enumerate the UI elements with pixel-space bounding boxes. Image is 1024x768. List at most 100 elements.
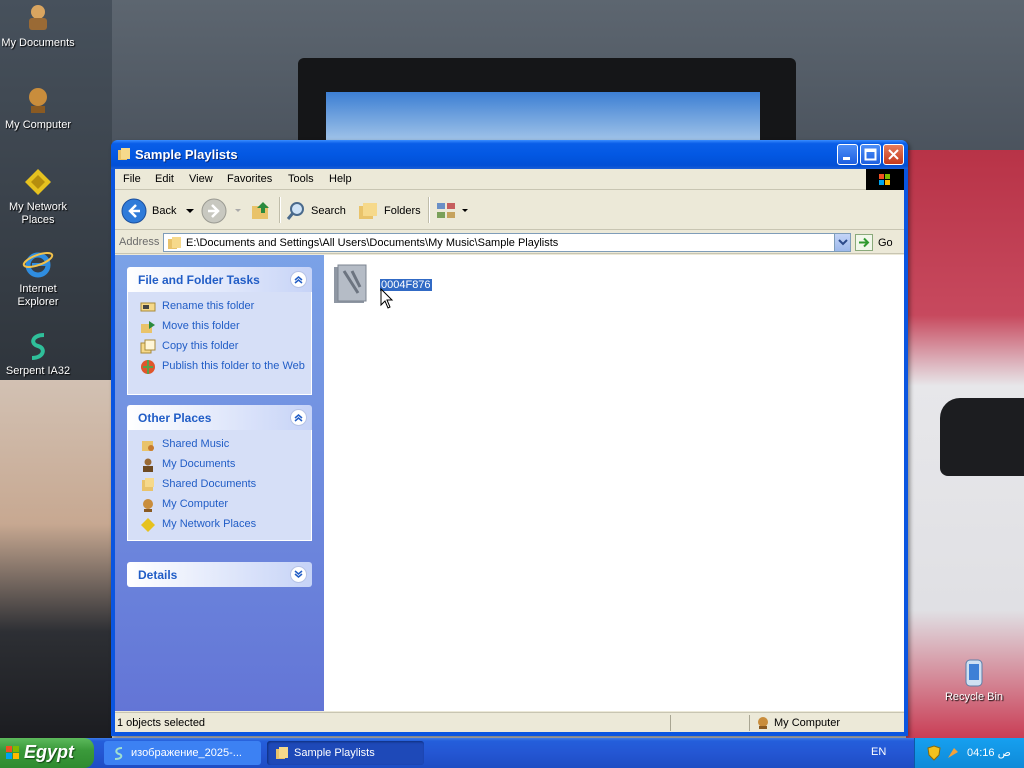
place-shared-music[interactable]: Shared Music	[128, 436, 311, 456]
network-places-icon	[141, 518, 155, 532]
desktop-icon-recycle-bin[interactable]: Recycle Bin	[934, 656, 1014, 704]
chevron-down-icon	[294, 570, 303, 578]
security-shield-icon[interactable]	[927, 745, 941, 761]
desktop-background-screen	[326, 92, 760, 144]
views-icon	[437, 202, 455, 218]
my-computer-icon	[758, 717, 768, 729]
task-label: Publish this folder to the Web	[162, 360, 305, 372]
desktop-icon-label: My Network Places	[8, 201, 68, 226]
menu-edit[interactable]: Edit	[155, 173, 174, 185]
maximize-icon	[864, 148, 877, 161]
network-activity-icon[interactable]	[946, 746, 960, 760]
chevron-up-icon	[294, 414, 303, 422]
task-publish-folder[interactable]: Publish this folder to the Web	[128, 358, 311, 390]
up-folder-button[interactable]	[249, 196, 273, 225]
folder-up-icon	[252, 201, 269, 219]
desktop-icon-label: My Computer	[4, 119, 72, 131]
back-button[interactable]: Back	[121, 196, 196, 225]
desktop-icon-my-documents[interactable]: My Documents	[0, 2, 78, 50]
place-shared-documents[interactable]: Shared Documents	[128, 476, 311, 496]
folders-label: Folders	[384, 204, 421, 217]
task-rename-folder[interactable]: Rename this folder	[128, 298, 311, 318]
place-my-network-places[interactable]: My Network Places	[128, 516, 311, 536]
desktop-icon-my-computer[interactable]: My Computer	[0, 84, 78, 132]
taskbar-item-sample-playlists[interactable]: Sample Playlists	[267, 741, 424, 765]
address-value: E:\Documents and Settings\All Users\Docu…	[186, 237, 559, 249]
shared-documents-icon	[142, 478, 154, 491]
maximize-button[interactable]	[860, 144, 881, 165]
views-button[interactable]	[435, 196, 469, 225]
panel-header[interactable]: File and Folder Tasks	[127, 267, 312, 292]
mouse-cursor-icon	[380, 288, 394, 309]
address-dropdown-button[interactable]	[834, 234, 850, 251]
folder-music-icon	[168, 237, 181, 249]
publish-web-icon	[141, 360, 155, 374]
forward-arrow-icon	[201, 198, 227, 223]
place-label: My Computer	[162, 498, 229, 510]
taskbar-item-image[interactable]: изображение_2025-...	[104, 741, 261, 765]
menu-help[interactable]: Help	[329, 173, 352, 185]
rename-icon	[140, 302, 156, 312]
panel-header[interactable]: Details	[127, 562, 312, 587]
search-button[interactable]: Search	[285, 196, 346, 225]
go-arrow-icon	[855, 234, 873, 251]
forward-button[interactable]	[201, 196, 243, 225]
status-bar: 1 objects selected My Computer	[115, 712, 904, 732]
desktop-icon-network-places[interactable]: My Network Places	[0, 166, 78, 227]
start-button[interactable]: Egypt	[0, 738, 94, 768]
start-label: Egypt	[24, 742, 75, 762]
desktop-icon-internet-explorer[interactable]: Internet Explorer	[0, 248, 78, 309]
my-computer-icon	[143, 499, 153, 512]
playlist-file-icon	[334, 264, 367, 303]
folders-button[interactable]: Folders	[357, 196, 421, 225]
taskbar-item-label: изображение_2025-...	[131, 747, 242, 759]
go-label: Go	[878, 236, 893, 249]
panel-title: Other Places	[138, 411, 212, 425]
serpent-icon	[31, 333, 45, 360]
details-panel: Details	[127, 562, 312, 587]
menu-favorites[interactable]: Favorites	[227, 173, 272, 185]
menu-file[interactable]: File	[123, 173, 141, 185]
collapse-button[interactable]	[290, 409, 307, 426]
address-bar: Address E:\Documents and Settings\All Us…	[115, 231, 904, 254]
file-list[interactable]: 0004F876	[324, 255, 904, 711]
toolbar-separator	[279, 197, 280, 223]
windows-flag-icon	[879, 174, 890, 185]
recycle-bin-icon	[965, 659, 983, 687]
menu-bar: File Edit View Favorites Tools Help	[115, 169, 904, 190]
place-my-computer[interactable]: My Computer	[128, 496, 311, 516]
other-places-panel: Other Places Shared Music My Documents S…	[127, 405, 312, 541]
language-indicator[interactable]: EN	[871, 746, 886, 758]
close-button[interactable]	[883, 144, 904, 165]
task-copy-folder[interactable]: Copy this folder	[128, 338, 311, 358]
collapse-button[interactable]	[290, 271, 307, 288]
move-icon	[141, 321, 155, 333]
my-computer-icon	[29, 88, 47, 113]
menu-tools[interactable]: Tools	[288, 173, 314, 185]
task-pane: File and Folder Tasks Rename this folder…	[115, 255, 324, 711]
desktop-icon-serpent[interactable]: Serpent IA32	[0, 330, 78, 378]
menu-view[interactable]: View	[189, 173, 213, 185]
system-tray: ص 04:16	[914, 738, 1024, 768]
windows-flag-icon	[6, 746, 19, 759]
title-bar[interactable]: Sample Playlists	[111, 140, 908, 169]
place-my-documents[interactable]: My Documents	[128, 456, 311, 476]
expand-button[interactable]	[290, 566, 307, 583]
toolbar: Back Search Folders	[115, 191, 904, 230]
minimize-button[interactable]	[837, 144, 858, 165]
go-button[interactable]: Go	[855, 234, 893, 251]
chevron-down-icon	[235, 208, 241, 212]
address-input[interactable]: E:\Documents and Settings\All Users\Docu…	[163, 233, 851, 252]
windows-logo	[866, 169, 904, 190]
chevron-down-icon	[186, 208, 195, 213]
panel-header[interactable]: Other Places	[127, 405, 312, 430]
chevron-up-icon	[294, 276, 303, 284]
chevron-down-icon	[838, 239, 848, 246]
file-item[interactable]: 0004F876	[332, 263, 432, 312]
copy-icon	[140, 339, 156, 354]
task-move-folder[interactable]: Move this folder	[128, 318, 311, 338]
back-arrow-icon	[121, 198, 147, 223]
serpent-icon	[114, 747, 123, 760]
toolbar-separator	[428, 197, 429, 223]
window-body: File Edit View Favorites Tools Help Back	[115, 169, 904, 732]
